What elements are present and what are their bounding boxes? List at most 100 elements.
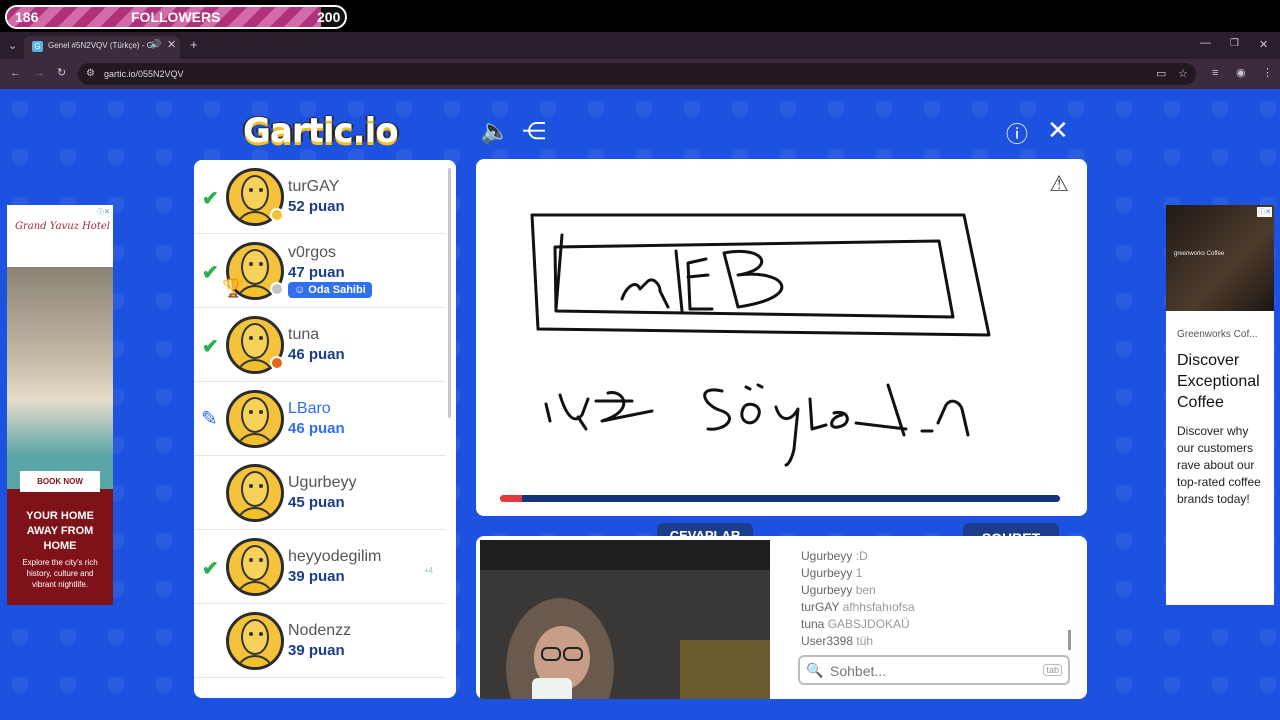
player-row[interactable]: ✎ LBaro 46 puan <box>194 382 446 456</box>
player-points: 46 puan <box>288 346 345 363</box>
player-row[interactable]: ✔ heyyodegilim 39 puan <box>194 530 446 604</box>
player-points: 52 puan <box>288 198 345 215</box>
ad-coffee-brand: greenworks Coffee <box>1174 251 1225 257</box>
share-icon[interactable]: ⋲ <box>522 117 546 146</box>
chat-text: ben <box>855 583 876 597</box>
webcam-overlay <box>480 540 770 699</box>
new-tab-icon[interactable]: + <box>190 37 198 52</box>
player-name: v0rgos <box>288 244 337 261</box>
ad-choices-icon[interactable]: ⓘ✕ <box>1257 207 1272 217</box>
address-bar[interactable]: ⚙ gartic.io/055N2VQV ▭ ☆ <box>78 63 1196 85</box>
trophy-icon: 🏆 <box>222 278 245 298</box>
player-points: 39 puan <box>288 568 345 585</box>
extensions-icon[interactable]: ≡ <box>1212 67 1218 79</box>
exit-icon[interactable]: ✕ <box>1047 115 1069 146</box>
webcam-image <box>480 540 770 699</box>
info-icon[interactable]: ⓘ <box>1006 117 1028 149</box>
chat-search-icon: 🔍 <box>806 662 824 678</box>
ad-coffee-image: greenworks Coffee <box>1166 205 1274 311</box>
status-dot <box>270 282 284 296</box>
site-info-icon[interactable]: ⚙ <box>86 68 95 79</box>
player-points: 45 puan <box>288 494 345 511</box>
chat-message: Ugurbeyy 1 <box>801 565 1071 582</box>
player-name: Ugurbeyy <box>288 474 357 491</box>
player-name: LBaro <box>288 400 331 417</box>
minimize-icon[interactable]: — <box>1200 37 1211 49</box>
status-dot <box>270 208 284 222</box>
ad-advertiser: Greenworks Cof... <box>1177 329 1258 340</box>
sound-icon[interactable]: 🔈 <box>480 117 510 146</box>
tab-menu-icon[interactable]: ⌄ <box>8 39 17 52</box>
player-points: 46 puan <box>288 420 345 437</box>
speaker-icon[interactable]: 🔊 <box>150 39 161 50</box>
player-list: ✔ turGAY 52 puan ✔ v0rgos 47 puan 🏆 ☺ Oda Sahib… <box>194 160 456 698</box>
profile-icon[interactable]: ◉ <box>1236 66 1246 79</box>
chat-scrollbar[interactable] <box>1068 630 1071 650</box>
chat-message: User3398 tüh <box>801 633 1071 650</box>
points-gain-mark: +4 <box>424 566 434 575</box>
chat-messages: Ugurbeyy :D Ugurbeyy 1 Ugurbeyy ben turGAY … <box>801 548 1071 658</box>
menu-icon[interactable]: ⋮ <box>1262 66 1273 79</box>
favicon-icon: G <box>32 41 43 52</box>
avatar <box>226 464 284 522</box>
player-row[interactable]: Nodenzz 39 puan <box>194 604 446 678</box>
reload-icon[interactable]: ↻ <box>57 66 66 79</box>
guessed-check-icon: ✔ <box>202 188 219 210</box>
ad-body: Discover why our customers rave about ou… <box>1177 424 1261 506</box>
chat-message: Ugurbeyy :D <box>801 548 1071 565</box>
chat-user: tuna <box>801 617 825 631</box>
player-row[interactable]: ✔ turGAY 52 puan <box>194 160 446 234</box>
avatar <box>226 612 284 670</box>
room-owner-label: Oda Sahibi <box>308 284 366 296</box>
followers-label: FOLLOWERS <box>131 9 221 25</box>
ad-choices-icon[interactable]: ⓘ✕ <box>96 207 111 217</box>
forward-icon[interactable]: → <box>34 67 45 79</box>
ad-headline: YOUR HOME AWAY FROM HOME <box>26 510 94 552</box>
close-icon[interactable]: ✕ <box>167 38 176 51</box>
guessed-check-icon: ✔ <box>202 262 219 284</box>
player-row[interactable]: ✔ tuna 46 puan <box>194 308 446 382</box>
ad-subtext: Explore the city's rich history, culture… <box>22 558 98 589</box>
chat-user: Ugurbeyy <box>801 566 853 580</box>
drawing-canvas[interactable]: ⚠ <box>476 159 1087 516</box>
player-row[interactable]: ✔ v0rgos 47 puan 🏆 ☺ Oda Sahibi <box>194 234 446 308</box>
game-page: Gartic.io 🔈 ⋲ ⓘ ✕ ✔ turGAY 52 puan ✔ v0rgos 4… <box>0 89 1280 720</box>
chat-message: tuna GABSJDOKAÜ <box>801 616 1071 633</box>
drawing-pencil-icon: ✎ <box>201 408 218 430</box>
player-points: 39 puan <box>288 642 345 659</box>
ad-right[interactable]: greenworks Coffee Greenworks Cof... Disc… <box>1166 205 1274 605</box>
chat-panel: Ugurbeyy :D Ugurbeyy 1 Ugurbeyy ben turGAY … <box>476 536 1087 699</box>
back-icon[interactable]: ← <box>10 67 21 79</box>
bookmark-star-icon[interactable]: ☆ <box>1178 67 1188 80</box>
chat-placeholder: Sohbet... <box>830 663 887 679</box>
window-close-icon[interactable]: ✕ <box>1259 38 1268 51</box>
player-name: turGAY <box>288 178 340 195</box>
player-name: Nodenzz <box>288 622 352 639</box>
ad-hotel-logo-text: Grand Yavuz Hotel <box>15 221 110 232</box>
maximize-icon[interactable]: ❐ <box>1230 38 1239 49</box>
avatar <box>226 390 284 448</box>
chat-message: turGAY afhhsfahıofsa <box>801 599 1071 616</box>
chat-text: GABSJDOKAÜ <box>827 617 910 631</box>
player-name: tuna <box>288 326 320 343</box>
chat-user: Ugurbeyy <box>801 583 853 597</box>
player-row[interactable]: Ugurbeyy 45 puan <box>194 456 446 530</box>
ad-book-now-button[interactable]: BOOK NOW <box>20 471 100 492</box>
address-row: ← → ↻ ⚙ gartic.io/055N2VQV ▭ ☆ ≡ ◉ ⋮ <box>0 59 1280 89</box>
player-points: 47 puan <box>288 264 345 281</box>
chat-input[interactable]: 🔍 Sohbet... tab <box>798 655 1070 685</box>
followers-current: 186 <box>15 9 39 25</box>
round-timer-fill <box>500 495 523 502</box>
followers-goal: 200 <box>317 9 341 25</box>
gartic-logo: Gartic.io <box>243 111 399 151</box>
room-owner-badge: ☺ Oda Sahibi <box>288 282 372 298</box>
cast-icon[interactable]: ▭ <box>1156 67 1166 80</box>
chat-user: turGAY <box>801 600 840 614</box>
tab-title: Genel #5N2VQV (Türkçe) - G <box>48 41 153 50</box>
url-text: gartic.io/055N2VQV <box>104 69 184 79</box>
player-list-scrollbar[interactable] <box>448 168 451 418</box>
guessed-check-icon: ✔ <box>202 558 219 580</box>
ad-headline: Discover Exceptional Coffee <box>1177 352 1260 411</box>
ad-hotel-image <box>7 267 113 489</box>
ad-left[interactable]: Grand Yavuz Hotel BOOK NOW YOUR HOME AWA… <box>7 205 113 605</box>
